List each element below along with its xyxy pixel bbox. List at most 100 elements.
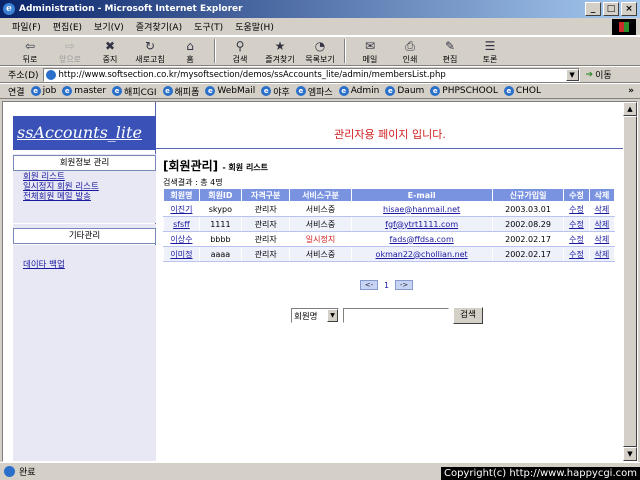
nav-data-backup[interactable]: 데이타 백업 [23, 260, 65, 270]
table-cell: 삭제 [588, 201, 616, 217]
delete-link[interactable]: 삭제 [594, 220, 609, 229]
app-logo[interactable]: ssAccounts_lite [13, 116, 156, 150]
toolbar-history-button[interactable]: ◔ 목록보기 [300, 37, 340, 65]
address-input[interactable]: http://www.softsection.co.kr/mysoftsecti… [42, 67, 580, 82]
delete-link[interactable]: 삭제 [594, 235, 609, 244]
section-member-info: 회원정보 관리 [13, 155, 156, 171]
scroll-thumb[interactable] [623, 116, 637, 447]
member-name-link[interactable]: 이미정 [170, 250, 192, 259]
nav-member-list[interactable]: 회원 리스트 [23, 172, 65, 182]
menu-favorites[interactable]: 즐겨찾기(A) [136, 20, 182, 33]
member-join-date: 2003.03.01 [505, 204, 551, 214]
toolbar-forward-arrow-button[interactable]: ⇨ 앞으로 [50, 37, 90, 65]
member-name-link[interactable]: 이상수 [170, 235, 192, 244]
toolbar-discuss-button[interactable]: ☰ 토론 [470, 37, 510, 65]
toolbar-refresh-button[interactable]: ↻ 새로고침 [130, 37, 170, 65]
scroll-up-icon[interactable]: ▲ [623, 102, 637, 116]
member-email-link[interactable]: fgf@ytrt1111.com [385, 220, 458, 229]
link-item[interactable]: e master [62, 86, 106, 96]
table-cell: 서비스중 [289, 246, 352, 262]
member-email-link[interactable]: hisae@hanmail.net [383, 205, 460, 214]
link-item[interactable]: e PHPSCHOOL [430, 86, 498, 96]
search-field-select[interactable]: 회원명 ▼ [291, 308, 339, 323]
home-icon: ⌂ [186, 39, 194, 53]
edit-link[interactable]: 수정 [569, 250, 584, 259]
search-form: 회원명 ▼ 검색 [291, 307, 483, 324]
forward-arrow-icon: ⇨ [64, 39, 76, 53]
link-page-icon: e [205, 86, 216, 96]
toolbar-label: 목록보기 [305, 55, 335, 64]
chevron-down-icon[interactable]: ▼ [327, 309, 338, 322]
toolbar-search-button[interactable]: ⚲ 검색 [220, 37, 260, 65]
delete-link[interactable]: 삭제 [594, 205, 609, 214]
link-page-icon: e [30, 86, 41, 96]
member-name-link[interactable]: 이진기 [170, 205, 192, 214]
member-email-link[interactable]: fads@ffdsa.com [389, 235, 453, 244]
member-id: 1111 [210, 219, 231, 229]
edit-link[interactable]: 수정 [569, 235, 584, 244]
edit-link[interactable]: 수정 [569, 205, 584, 214]
close-button[interactable]: × [621, 2, 637, 16]
toolbar-edit-button[interactable]: ✎ 편집 [430, 37, 470, 65]
menu-tools[interactable]: 도구(T) [194, 20, 223, 33]
member-name-link[interactable]: sfsff [173, 220, 190, 229]
other-section: 데이타 백업 [13, 245, 156, 461]
go-button[interactable]: ➔ 이동 [586, 68, 612, 82]
link-label: Daum [397, 86, 425, 96]
mail-icon: ✉ [364, 39, 376, 53]
page-title: [회원관리] - 회원 리스트 [163, 157, 268, 174]
page-number[interactable]: 1 [381, 281, 392, 290]
link-item[interactable]: e Daum [385, 86, 424, 96]
menu-help[interactable]: 도움말(H) [235, 20, 274, 33]
menu-edit[interactable]: 편집(E) [53, 20, 82, 33]
browser-viewport: ssAccounts_lite 회원정보 관리 회원 리스트 일시정지 회원 리… [2, 101, 638, 462]
go-label: 이동 [595, 71, 612, 81]
link-item[interactable]: e WebMail [205, 86, 255, 96]
menu-file[interactable]: 파일(F) [12, 20, 41, 33]
toolbar-label: 편집 [442, 55, 458, 64]
table-cell: bbbb [198, 231, 242, 247]
col-service: 서비스구분 [289, 188, 352, 202]
link-item[interactable]: e 해피폼 [162, 85, 200, 98]
search-input[interactable] [343, 308, 449, 323]
link-label: 엠파스 [307, 87, 333, 98]
toolbar-back-arrow-button[interactable]: ⇦ 뒤로 [10, 37, 50, 65]
link-item[interactable]: e CHOL [503, 86, 542, 96]
nav-mass-mail[interactable]: 전체회원 메일 발송 [23, 192, 91, 202]
toolbar-mail-button[interactable]: ✉ 메일 [350, 37, 390, 65]
delete-link[interactable]: 삭제 [594, 250, 609, 259]
member-email-link[interactable]: okman22@chollian.net [376, 250, 468, 259]
table-cell: okman22@chollian.net [350, 246, 493, 262]
edit-link[interactable]: 수정 [569, 220, 584, 229]
nav-suspended-list[interactable]: 일시정지 회원 리스트 [23, 182, 99, 192]
link-page-icon: e [430, 86, 441, 96]
link-label: 해피폼 [174, 87, 200, 98]
scroll-down-icon[interactable]: ▼ [623, 447, 637, 461]
link-label: master [74, 86, 107, 96]
menu-view[interactable]: 보기(V) [94, 20, 124, 33]
minimize-button[interactable]: _ [585, 2, 601, 16]
address-dropdown-icon[interactable]: ▼ [565, 68, 579, 81]
link-item[interactable]: e Admin [338, 86, 379, 96]
toolbar: ⇦ 뒤로 ⇨ 앞으로 ✖ 중지 ↻ 새로고침 ⌂ 홈 ⚲ 검색 ★ 즐겨찾기 ◔ 목록보기 ✉ 메일 ⎙ 인쇄 ✎ 편집 ☰… [0, 36, 640, 66]
toolbar-print-button[interactable]: ⎙ 인쇄 [390, 37, 430, 65]
admin-notice: 관리자용 페이지 입니다. [334, 128, 446, 141]
search-button[interactable]: 검색 [453, 307, 483, 324]
link-item[interactable]: e 야후 [261, 85, 290, 98]
toolbar-favorites-button[interactable]: ★ 즐겨찾기 [260, 37, 300, 65]
maximize-button[interactable]: □ [603, 2, 619, 16]
prev-page-button[interactable]: <- [360, 280, 378, 290]
member-join-date: 2002.08.29 [505, 219, 551, 229]
link-item[interactable]: e job [30, 86, 56, 96]
next-page-button[interactable]: -> [395, 280, 414, 290]
link-item[interactable]: e 해피CGI [112, 85, 157, 98]
toolbar-home-button[interactable]: ⌂ 홈 [170, 37, 210, 65]
link-label: CHOL [515, 86, 542, 96]
links-more-button[interactable]: » [628, 86, 634, 96]
toolbar-stop-button[interactable]: ✖ 중지 [90, 37, 130, 65]
table-cell: 2002.02.17 [491, 246, 565, 262]
link-item[interactable]: e 엠파스 [295, 85, 333, 98]
member-section: 회원정보 관리 회원 리스트 일시정지 회원 리스트 전체회원 메일 발송 [13, 154, 156, 223]
stop-icon: ✖ [104, 39, 116, 53]
vertical-scrollbar[interactable]: ▲ ▼ [623, 102, 637, 461]
